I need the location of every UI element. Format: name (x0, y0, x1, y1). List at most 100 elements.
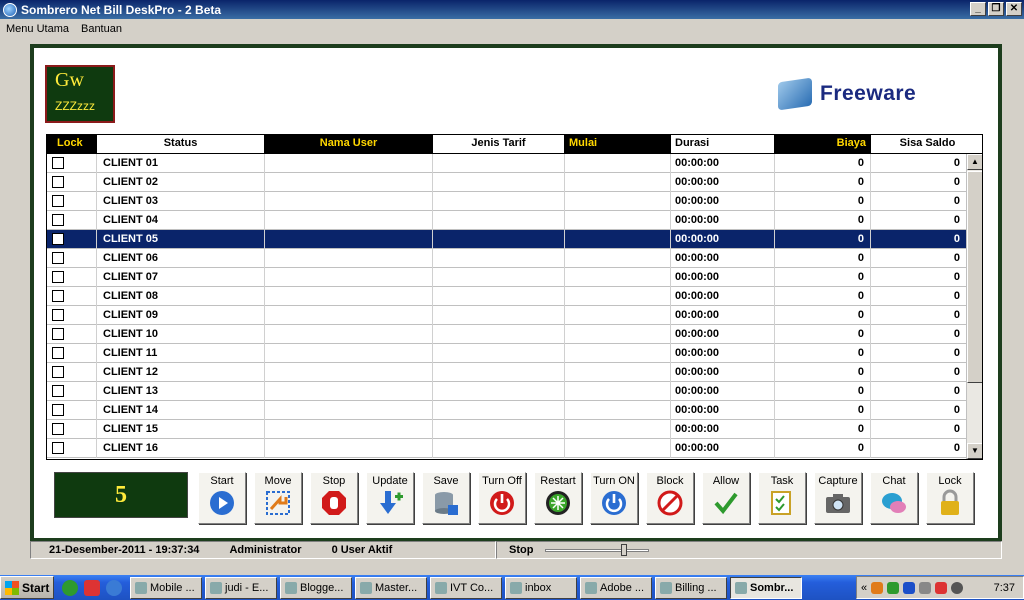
task-label: Mobile ... (150, 581, 195, 594)
taskbar-task[interactable]: Adobe ... (580, 576, 652, 599)
taskbar-task[interactable]: judi - E... (205, 576, 277, 599)
task-app-icon (660, 581, 672, 594)
lock-checkbox[interactable] (52, 366, 64, 378)
lock-checkbox[interactable] (52, 271, 64, 283)
minimize-button[interactable]: _ (970, 2, 986, 16)
utorrent-icon[interactable] (62, 579, 78, 596)
lock-checkbox[interactable] (52, 347, 64, 359)
col-durasi[interactable]: Durasi (671, 135, 775, 154)
menu-utama[interactable]: Menu Utama (6, 23, 69, 35)
col-nama-user[interactable]: Nama User (265, 135, 433, 154)
tool-icon[interactable] (84, 579, 100, 596)
cell-mulai (565, 439, 671, 458)
table-row[interactable]: CLIENT 11 00:00:00 0 0 (47, 344, 967, 363)
table-row[interactable]: CLIENT 07 00:00:00 0 0 (47, 268, 967, 287)
cell-durasi: 00:00:00 (671, 192, 775, 211)
lock-button[interactable]: Lock (926, 472, 974, 524)
col-biaya[interactable]: Biaya (775, 135, 871, 154)
scroll-up-arrow-icon[interactable]: ▲ (967, 154, 982, 170)
turn-on-button[interactable]: Turn ON (590, 472, 638, 524)
table-row[interactable]: CLIENT 15 00:00:00 0 0 (47, 420, 967, 439)
table-row[interactable]: CLIENT 13 00:00:00 0 0 (47, 382, 967, 401)
col-mulai[interactable]: Mulai (565, 135, 671, 154)
slider-knob[interactable] (621, 544, 628, 556)
grid-scrollbar[interactable]: ▲ ▼ (966, 154, 982, 459)
turn-off-button[interactable]: Turn Off (478, 472, 526, 524)
start-button[interactable]: Start (198, 472, 246, 524)
tray-expand-icon[interactable]: « (861, 582, 867, 594)
tray-bluetooth-icon[interactable] (903, 581, 916, 594)
lock-checkbox[interactable] (52, 404, 64, 416)
lock-checkbox[interactable] (52, 195, 64, 207)
restore-button[interactable]: ❐ (988, 2, 1004, 16)
close-button[interactable]: ✕ (1006, 2, 1022, 16)
lock-checkbox[interactable] (52, 328, 64, 340)
table-row[interactable]: CLIENT 12 00:00:00 0 0 (47, 363, 967, 382)
menu-bantuan[interactable]: Bantuan (81, 23, 122, 35)
browser-icon[interactable] (106, 579, 122, 596)
table-row[interactable]: CLIENT 01 00:00:00 0 0 (47, 154, 967, 173)
lock-checkbox[interactable] (52, 442, 64, 454)
col-status[interactable]: Status (97, 135, 265, 154)
tray-clock[interactable]: 7:37 (994, 582, 1015, 594)
tray-antivirus-icon[interactable] (935, 581, 948, 594)
lock-checkbox[interactable] (52, 233, 64, 245)
table-row[interactable]: CLIENT 10 00:00:00 0 0 (47, 325, 967, 344)
scroll-thumb[interactable] (967, 171, 982, 383)
cell-nama (265, 401, 433, 420)
col-sisa-saldo[interactable]: Sisa Saldo (871, 135, 982, 154)
tray-network-icon[interactable] (887, 581, 900, 594)
restart-icon (543, 489, 573, 517)
taskbar-task[interactable]: inbox (505, 576, 577, 599)
cell-lock (47, 192, 97, 211)
col-lock[interactable]: Lock (47, 135, 97, 154)
tray-volume-icon[interactable] (951, 581, 964, 594)
taskbar-task[interactable]: IVT Co... (430, 576, 502, 599)
lock-checkbox[interactable] (52, 157, 64, 169)
cell-durasi: 00:00:00 (671, 401, 775, 420)
volume-slider[interactable] (545, 544, 650, 556)
lock-checkbox[interactable] (52, 290, 64, 302)
lock-checkbox[interactable] (52, 252, 64, 264)
checkmark-icon (711, 489, 741, 517)
taskbar-task[interactable]: Billing ... (655, 576, 727, 599)
table-row[interactable]: CLIENT 03 00:00:00 0 0 (47, 192, 967, 211)
status-user: Administrator (229, 544, 302, 556)
taskbar-task[interactable]: Sombr... (730, 576, 802, 599)
restart-button[interactable]: Restart (534, 472, 582, 524)
tray-monitor-icon[interactable] (919, 581, 932, 594)
status-bar: 21-Desember-2011 - 19:37:34 Administrato… (30, 541, 1002, 559)
cell-biaya: 0 (775, 325, 871, 344)
taskbar-task[interactable]: Mobile ... (130, 576, 202, 599)
col-jenis-tarif[interactable]: Jenis Tarif (433, 135, 565, 154)
cell-saldo: 0 (871, 439, 967, 458)
save-button[interactable]: Save (422, 472, 470, 524)
table-row[interactable]: CLIENT 06 00:00:00 0 0 (47, 249, 967, 268)
capture-button[interactable]: Capture (814, 472, 862, 524)
table-row[interactable]: CLIENT 14 00:00:00 0 0 (47, 401, 967, 420)
table-row[interactable]: CLIENT 04 00:00:00 0 0 (47, 211, 967, 230)
table-row[interactable]: CLIENT 02 00:00:00 0 0 (47, 173, 967, 192)
table-row[interactable]: CLIENT 16 00:00:00 0 0 (47, 439, 967, 458)
move-button[interactable]: Move (254, 472, 302, 524)
scroll-down-arrow-icon[interactable]: ▼ (967, 443, 982, 459)
tray-media-icon[interactable] (871, 581, 884, 594)
table-row[interactable]: CLIENT 05 00:00:00 0 0 (47, 230, 967, 249)
stop-button[interactable]: Stop (310, 472, 358, 524)
lock-checkbox[interactable] (52, 214, 64, 226)
block-button[interactable]: Block (646, 472, 694, 524)
chat-button[interactable]: Chat (870, 472, 918, 524)
table-row[interactable]: CLIENT 08 00:00:00 0 0 (47, 287, 967, 306)
table-row[interactable]: CLIENT 09 00:00:00 0 0 (47, 306, 967, 325)
allow-button[interactable]: Allow (702, 472, 750, 524)
update-button[interactable]: Update (366, 472, 414, 524)
lock-checkbox[interactable] (52, 385, 64, 397)
task-app-icon (510, 581, 522, 594)
start-button[interactable]: Start (0, 576, 54, 599)
lock-checkbox[interactable] (52, 423, 64, 435)
taskbar-task[interactable]: Blogge... (280, 576, 352, 599)
lock-checkbox[interactable] (52, 309, 64, 321)
task-button[interactable]: Task (758, 472, 806, 524)
lock-checkbox[interactable] (52, 176, 64, 188)
taskbar-task[interactable]: Master... (355, 576, 427, 599)
